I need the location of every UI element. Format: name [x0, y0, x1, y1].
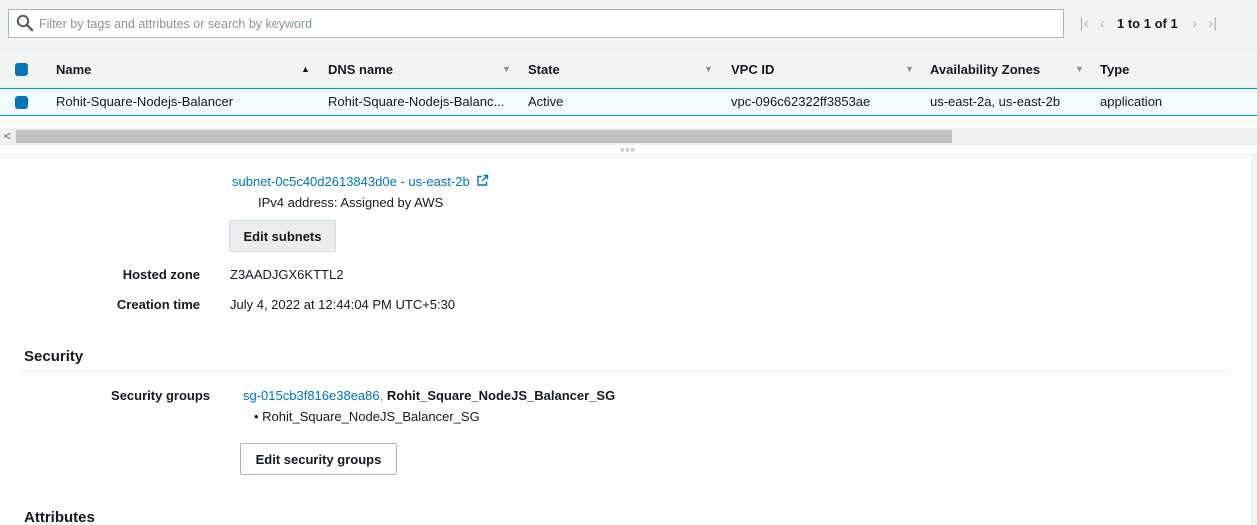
attributes-heading: Attributes: [24, 509, 95, 525]
first-page-icon[interactable]: |‹: [1075, 15, 1093, 32]
next-page-icon[interactable]: ›: [1186, 15, 1204, 32]
section-divider: [22, 371, 1228, 372]
sort-icon[interactable]: ▼: [1075, 51, 1084, 88]
security-group-bullet: • Rohit_Square_NodeJS_Balancer_SG: [254, 409, 480, 424]
column-header-name[interactable]: Name: [56, 51, 91, 88]
filter-bar: |‹ ‹ 1 to 1 of 1 › ›|: [0, 0, 1257, 50]
search-icon: [16, 14, 34, 32]
creation-time-label: Creation time: [116, 297, 200, 312]
scrollbar-thumb[interactable]: [16, 130, 952, 143]
subnet-link[interactable]: subnet-0c5c40d2613843d0e - us-east-2b: [232, 174, 489, 189]
edit-subnets-button[interactable]: Edit subnets: [229, 220, 336, 252]
sort-ascending-icon[interactable]: ▲: [301, 51, 310, 88]
previous-page-icon[interactable]: ‹: [1093, 15, 1111, 32]
select-all-checkbox[interactable]: [15, 63, 28, 76]
security-groups-label: Security groups: [111, 388, 210, 403]
column-header-availability-zones[interactable]: Availability Zones: [930, 51, 1040, 88]
cell-name: Rohit-Square-Nodejs-Balancer: [56, 94, 234, 109]
external-link-icon: [477, 174, 489, 186]
column-header-vpc[interactable]: VPC ID: [731, 51, 774, 88]
sort-icon[interactable]: ▼: [905, 51, 914, 88]
pagination: |‹ ‹ 1 to 1 of 1 › ›|: [1075, 9, 1222, 38]
cell-type: application: [1100, 94, 1163, 109]
subnet-link-text: subnet-0c5c40d2613843d0e - us-east-2b: [232, 174, 470, 189]
scroll-left-icon[interactable]: <: [4, 128, 11, 145]
cell-availability-zones: us-east-2a, us-east-2b: [930, 94, 1061, 109]
sort-icon[interactable]: ▼: [502, 51, 511, 88]
column-header-state[interactable]: State: [528, 51, 560, 88]
column-header-type[interactable]: Type: [1100, 51, 1129, 88]
edit-security-groups-button[interactable]: Edit security groups: [240, 443, 397, 475]
ipv4-address-text: IPv4 address: Assigned by AWS: [258, 195, 444, 210]
security-group-entry: sg-015cb3f816e38ea86, Rohit_Square_NodeJ…: [243, 388, 615, 403]
horizontal-scrollbar[interactable]: <: [0, 128, 1257, 145]
creation-time-value: July 4, 2022 at 12:44:04 PM UTC+5:30: [230, 297, 456, 312]
column-header-dns[interactable]: DNS name: [328, 51, 393, 88]
hosted-zone-value: Z3AADJGX6KTTL2: [230, 267, 344, 282]
security-heading: Security: [24, 348, 84, 365]
cell-state: Active: [528, 94, 564, 109]
cell-vpc: vpc-096c62322ff3853ae: [731, 94, 871, 109]
hosted-zone-label: Hosted zone: [122, 267, 200, 282]
table-header: Name ▲ DNS name ▼ State ▼ VPC ID ▼ Avail…: [0, 50, 1257, 88]
pane-splitter[interactable]: ■■■: [0, 145, 1257, 155]
drag-handle-icon[interactable]: ■■■: [620, 147, 636, 154]
vertical-scrollbar[interactable]: [1251, 155, 1257, 525]
page-range-text: 1 to 1 of 1: [1117, 16, 1178, 31]
cell-dns: Rohit-Square-Nodejs-Balanc...: [328, 94, 505, 109]
table-row[interactable]: Rohit-Square-Nodejs-Balancer Rohit-Squar…: [0, 88, 1257, 116]
security-group-separator: ,: [379, 388, 384, 403]
search-input[interactable]: [39, 13, 1039, 34]
last-page-icon[interactable]: ›|: [1204, 15, 1222, 32]
sort-icon[interactable]: ▼: [704, 51, 713, 88]
row-checkbox[interactable]: [15, 96, 28, 109]
security-group-name: Rohit_Square_NodeJS_Balancer_SG: [386, 388, 616, 403]
search-box[interactable]: [8, 9, 1064, 38]
security-group-link[interactable]: sg-015cb3f816e38ea86: [243, 388, 380, 403]
